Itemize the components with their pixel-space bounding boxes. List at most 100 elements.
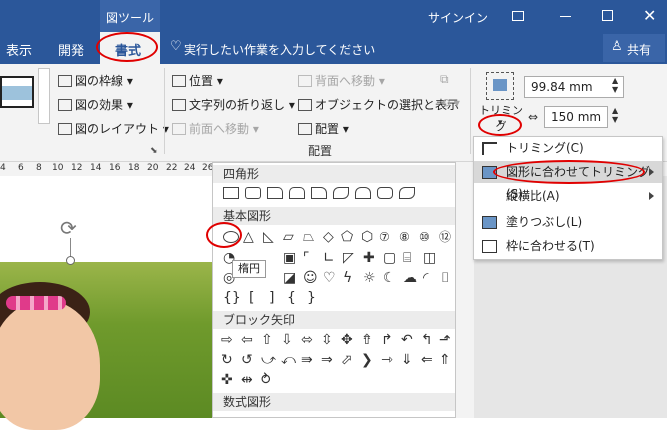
round-corner-shape[interactable] <box>311 187 327 199</box>
gallery-scroll[interactable] <box>38 68 50 124</box>
round-same-shape[interactable] <box>355 187 371 199</box>
octagon-shape[interactable]: ⑧ <box>399 230 410 244</box>
curved-left-arrow-shape[interactable]: ↺ <box>241 353 253 367</box>
tab-developer[interactable]: 開発 <box>58 40 84 59</box>
resize-handle[interactable] <box>66 256 75 265</box>
round-snip-shape[interactable] <box>399 187 415 199</box>
rotate-icon[interactable]: ⟲ ▾ <box>440 96 460 110</box>
align-button[interactable]: 配置 ▾ <box>298 120 349 137</box>
right-arrow-shape[interactable]: ⇨ <box>221 333 233 347</box>
heptagon-shape[interactable]: ⑦ <box>379 230 390 244</box>
down-callout-shape[interactable]: ⇓ <box>401 353 413 367</box>
l-shape[interactable]: ∟ <box>323 251 335 265</box>
left-right-callout-shape[interactable]: ⇹ <box>241 373 253 387</box>
snip-rect-shape[interactable] <box>267 187 283 199</box>
pentagon-shape[interactable]: ⬠ <box>341 230 353 244</box>
snip-rect-shape-2[interactable] <box>289 187 305 199</box>
hexagon-shape[interactable]: ⬡ <box>361 230 373 244</box>
curved-right-arrow-shape[interactable]: ↻ <box>221 353 233 367</box>
send-backward-button[interactable]: 背面へ移動 ▾ <box>298 72 385 89</box>
parallelogram-shape[interactable]: ▱ <box>283 230 294 244</box>
bent-arrow-shape[interactable]: ↱ <box>381 333 393 347</box>
rounded-rect-shape-2[interactable] <box>377 187 393 199</box>
up-callout-shape[interactable]: ⇑ <box>439 353 451 367</box>
left-up-arrow-shape[interactable]: ↰ <box>421 333 433 347</box>
brace-pair-shape[interactable]: {} <box>223 291 241 305</box>
crop-icon[interactable] <box>486 72 514 100</box>
rounded-rect-shape[interactable] <box>245 187 261 199</box>
bring-forward-button[interactable]: 前面へ移動 ▾ <box>172 120 259 137</box>
width-input[interactable]: 150 mm <box>544 106 608 128</box>
left-arrow-shape[interactable]: ⇦ <box>241 333 253 347</box>
menu-item-fit[interactable]: 枠に合わせる(T) <box>474 235 662 257</box>
round-diag-shape[interactable] <box>333 187 349 199</box>
tab-view[interactable]: 表示 <box>6 40 32 59</box>
height-spinner[interactable]: ▲ ▼ <box>612 76 618 94</box>
can-shape[interactable]: ⌸ <box>403 251 411 265</box>
rectangle-shape[interactable] <box>223 187 239 199</box>
menu-item-crop[interactable]: トリミング(C) <box>474 137 662 159</box>
ribbon-display-icon[interactable] <box>512 11 524 21</box>
picture-effects-button[interactable]: 図の効果 ▾ <box>58 96 133 113</box>
down-arrow-shape[interactable]: ⇩ <box>281 333 293 347</box>
width-spinner[interactable]: ▲ ▼ <box>612 106 618 124</box>
sun-shape[interactable]: ☼ <box>363 271 376 285</box>
smiley-shape[interactable]: ☺ <box>303 271 318 285</box>
heart-shape[interactable]: ♡ <box>323 271 336 285</box>
tell-me-input[interactable]: 実行したい作業を入力してください <box>184 41 375 58</box>
right-bracket-shape[interactable]: ] <box>269 291 274 305</box>
left-right-up-arrow-shape[interactable]: ⇮ <box>361 333 373 347</box>
arc-shape[interactable]: ◜ <box>423 271 428 285</box>
trapezoid-shape[interactable]: ⏢ <box>303 230 314 244</box>
pentagon-arrow-shape[interactable]: ⬀ <box>341 353 353 367</box>
striped-right-arrow-shape[interactable]: ⇛ <box>301 353 313 367</box>
diamond-shape[interactable]: ◇ <box>323 230 334 244</box>
left-brace-shape[interactable]: { <box>287 291 296 305</box>
right-callout-shape[interactable]: ⇾ <box>381 353 393 367</box>
diag-stripe-shape[interactable]: ◸ <box>343 251 354 265</box>
wrap-text-button[interactable]: 文字列の折り返し ▾ <box>172 96 295 113</box>
minimize-icon[interactable] <box>560 16 571 17</box>
right-triangle-shape[interactable]: ◺ <box>263 230 274 244</box>
up-down-arrow-shape[interactable]: ⇳ <box>321 333 333 347</box>
menu-item-fill[interactable]: 塗りつぶし(L) <box>474 211 662 233</box>
rotate-handle-icon[interactable]: ⟳ <box>60 216 77 240</box>
left-callout-shape[interactable]: ⇐ <box>421 353 433 367</box>
quad-arrow-shape[interactable]: ✥ <box>341 333 353 347</box>
circular-arrow-shape[interactable]: ⥁ <box>261 373 271 387</box>
menu-item-aspect-ratio[interactable]: 縦横比(A) <box>474 185 662 207</box>
maximize-icon[interactable] <box>602 10 613 21</box>
chevron-shape[interactable]: ❯ <box>361 353 373 367</box>
gallery-scrollbar[interactable] <box>456 162 474 418</box>
curved-down-arrow-shape[interactable]: ⤺ <box>281 353 296 367</box>
up-arrow-shape[interactable]: ⇧ <box>261 333 273 347</box>
picture-layout-button[interactable]: 図のレイアウト ▾ <box>58 120 169 137</box>
folded-corner-shape[interactable]: ◪ <box>283 271 296 285</box>
height-input[interactable]: 99.84 mm <box>524 76 624 98</box>
bent-up-arrow-shape[interactable]: ⬏ <box>439 333 451 347</box>
share-button[interactable]: ♙ 共有 <box>603 34 665 62</box>
picture-style-thumb[interactable] <box>0 76 34 108</box>
bracket-pair-shape[interactable]: ⌷ <box>441 271 449 285</box>
moon-shape[interactable]: ☾ <box>383 271 396 285</box>
half-frame-shape[interactable]: ⌜ <box>303 251 310 265</box>
left-bracket-shape[interactable]: [ <box>249 291 254 305</box>
dodecagon-shape[interactable]: ⑫ <box>439 230 451 244</box>
cloud-shape[interactable]: ☁ <box>403 271 417 285</box>
left-right-arrow-shape[interactable]: ⬄ <box>301 333 313 347</box>
signin-link[interactable]: サインイン <box>428 9 488 26</box>
decagon-shape[interactable]: ⑩ <box>419 230 430 244</box>
u-turn-arrow-shape[interactable]: ↶ <box>401 333 413 347</box>
close-icon[interactable]: ✕ <box>643 6 656 25</box>
notched-right-arrow-shape[interactable]: ⇒ <box>321 353 333 367</box>
frame-shape[interactable]: ▣ <box>283 251 296 265</box>
selection-pane-button[interactable]: オブジェクトの選択と表示 <box>298 96 459 113</box>
triangle-shape[interactable]: △ <box>243 230 254 244</box>
lightning-shape[interactable]: ϟ <box>343 271 352 285</box>
cube-shape[interactable]: ◫ <box>423 251 436 265</box>
picture-border-button[interactable]: 図の枠線 ▾ <box>58 72 133 89</box>
plaque-shape[interactable]: ▢ <box>383 251 396 265</box>
curved-up-arrow-shape[interactable]: ⤻ <box>261 353 276 367</box>
position-button[interactable]: 位置 ▾ <box>172 72 223 89</box>
right-brace-shape[interactable]: } <box>307 291 316 305</box>
